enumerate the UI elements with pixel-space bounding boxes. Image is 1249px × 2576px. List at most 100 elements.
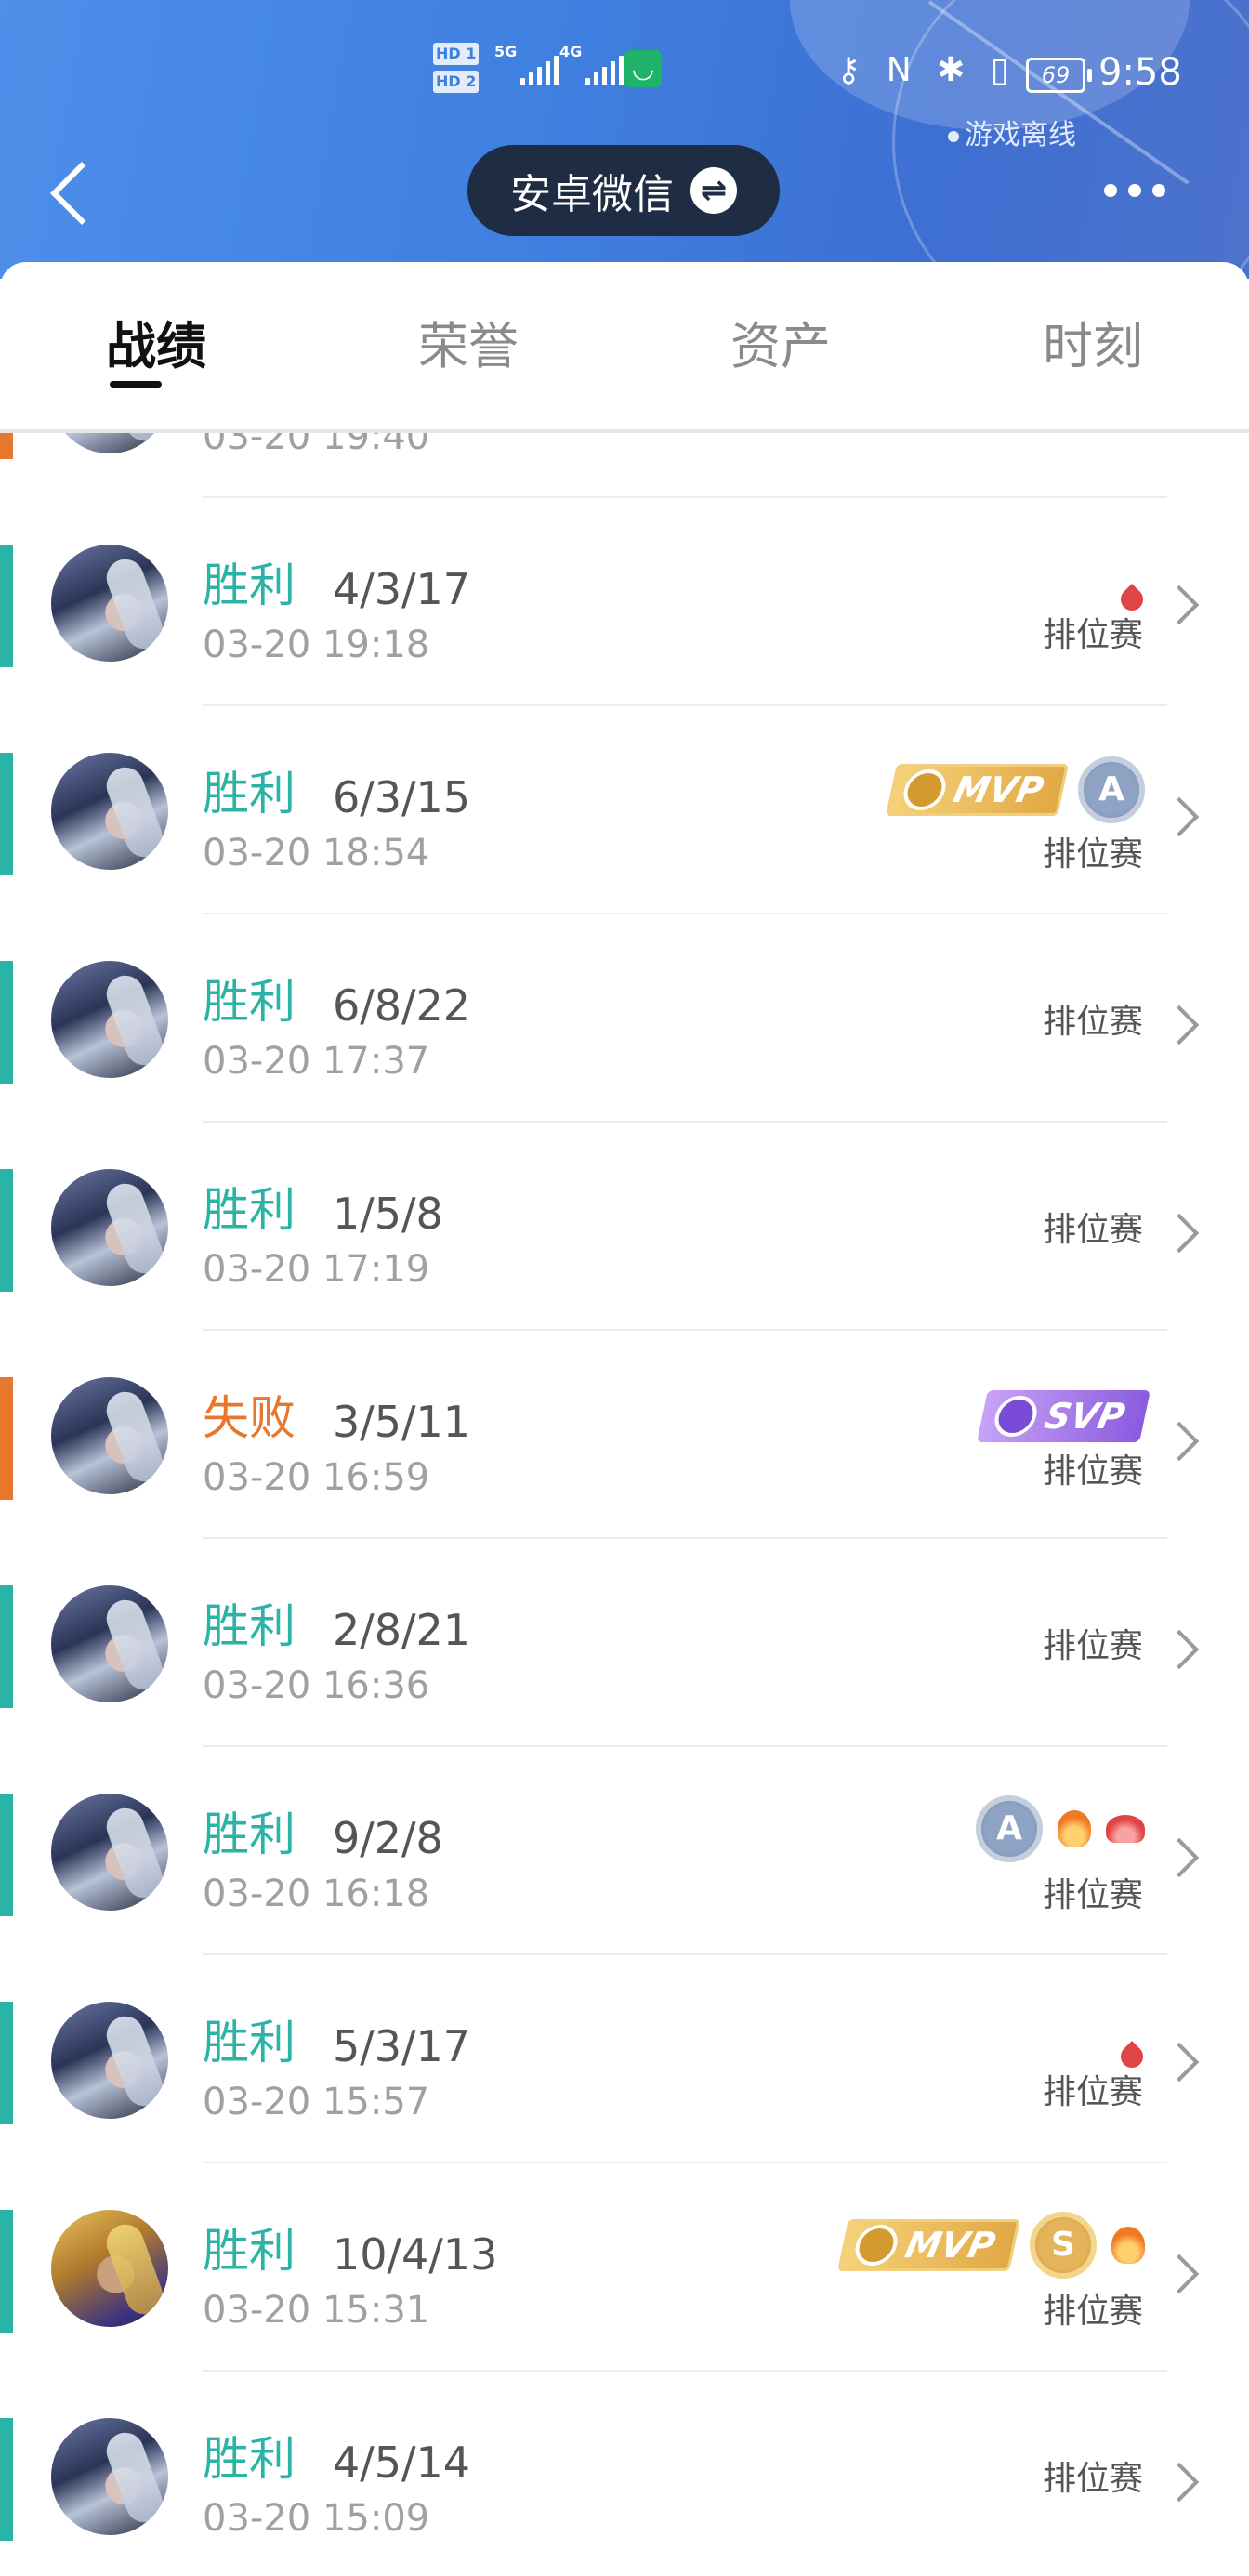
match-result: 胜利 xyxy=(203,767,296,821)
mvp-coin-icon xyxy=(900,769,950,810)
match-row[interactable]: 胜利 9/2/8 03-20 16:18 A 排位赛 xyxy=(0,1747,1249,1955)
match-time: 03-20 19:18 xyxy=(203,624,430,666)
tab-bar: 战绩 荣誉 资产 时刻 xyxy=(0,262,1249,433)
match-result: 胜利 xyxy=(203,2016,296,2070)
grade-a-badge: A xyxy=(976,1795,1043,1862)
match-row[interactable]: 胜利 1/5/8 03-20 17:19 排位赛 xyxy=(0,1123,1249,1331)
header: HD 1 HD 2 5G 4G ◡ ⚷ N ✱ ▯ 69 9:58 游戏离线 安… xyxy=(0,0,1249,279)
chevron-right-icon[interactable] xyxy=(1159,796,1200,837)
match-result: 胜利 xyxy=(203,1807,296,1861)
fire-icon xyxy=(1111,2227,1145,2264)
hero-avatar xyxy=(51,1794,168,1911)
match-mode: 排位赛 xyxy=(1042,1452,1143,1491)
match-mode: 排位赛 xyxy=(1042,835,1143,874)
hero-avatar xyxy=(51,2418,168,2535)
chevron-right-icon[interactable] xyxy=(1159,1213,1200,1254)
dot-icon xyxy=(1104,184,1117,197)
status-bar: HD 1 HD 2 5G 4G ◡ ⚷ N ✱ ▯ 69 9:58 xyxy=(0,35,1249,110)
match-kda: 2/8/21 xyxy=(333,1605,471,1655)
match-result: 胜利 xyxy=(203,975,296,1029)
match-result: 胜利 xyxy=(203,559,296,612)
chevron-right-icon[interactable] xyxy=(1159,1629,1200,1670)
svp-coin-icon xyxy=(991,1396,1042,1437)
result-color-bar xyxy=(0,1794,13,1916)
hero-avatar xyxy=(51,1377,168,1494)
hero-avatar xyxy=(51,753,168,870)
result-color-bar xyxy=(0,961,13,1084)
chevron-right-icon[interactable] xyxy=(1159,2254,1200,2294)
first-blood-icon xyxy=(1119,2038,1145,2070)
tab-record[interactable]: 战绩 xyxy=(63,305,249,378)
signal-5g-icon: 5G xyxy=(494,43,559,85)
chevron-right-icon[interactable] xyxy=(1159,2042,1200,2083)
sim1-label: HD 1 xyxy=(433,43,480,65)
match-kda: 1/5/8 xyxy=(333,1189,443,1239)
tab-assets[interactable]: 资产 xyxy=(688,305,874,378)
match-kda: 5/3/17 xyxy=(333,2021,471,2071)
hero-avatar xyxy=(51,2002,168,2119)
status-time: 9:58 xyxy=(1098,51,1182,94)
account-switch-button[interactable]: 安卓微信 ⇌ xyxy=(467,145,780,236)
match-row[interactable]: 03-20 19:40 xyxy=(0,433,1249,498)
tab-moments[interactable]: 时刻 xyxy=(1000,305,1186,378)
match-row[interactable]: 胜利 6/8/22 03-20 17:37 排位赛 xyxy=(0,914,1249,1123)
match-badges: MVP A xyxy=(885,753,1145,827)
more-options-button[interactable] xyxy=(1104,184,1165,197)
match-mode: 排位赛 xyxy=(1042,1211,1143,1249)
match-mode: 排位赛 xyxy=(1042,616,1143,654)
game-status-label: 游戏离线 xyxy=(965,119,1076,151)
match-row[interactable]: 胜利 6/3/15 03-20 18:54 MVP A 排位赛 xyxy=(0,706,1249,914)
result-color-bar xyxy=(0,545,13,667)
hero-avatar xyxy=(51,433,168,453)
result-color-bar xyxy=(0,1169,13,1292)
match-row[interactable]: 胜利 5/3/17 03-20 15:57 排位赛 xyxy=(0,1955,1249,2163)
match-time: 03-20 15:57 xyxy=(203,2081,430,2123)
match-row[interactable]: 胜利 4/3/17 03-20 19:18 排位赛 xyxy=(0,498,1249,706)
match-row[interactable]: 胜利 4/5/14 03-20 15:09 排位赛 xyxy=(0,2372,1249,2576)
grade-a-badge: A xyxy=(1078,756,1145,823)
result-color-bar xyxy=(0,753,13,875)
match-mode: 排位赛 xyxy=(1042,1627,1143,1665)
match-badges: MVP S xyxy=(836,2208,1145,2282)
mvp-badge: MVP xyxy=(885,764,1069,816)
signal-4g-icon: 4G xyxy=(559,43,624,85)
match-row[interactable]: 胜利 10/4/13 03-20 15:31 MVP S 排位赛 xyxy=(0,2163,1249,2372)
match-row[interactable]: 失败 3/5/11 03-20 16:59 SVP 排位赛 xyxy=(0,1331,1249,1539)
match-row[interactable]: 胜利 2/8/21 03-20 16:36 排位赛 xyxy=(0,1539,1249,1747)
battery-icon: 69 xyxy=(1026,58,1092,93)
result-color-bar xyxy=(0,1585,13,1708)
match-kda: 9/2/8 xyxy=(333,1813,443,1863)
dot-icon xyxy=(1128,184,1141,197)
result-color-bar xyxy=(0,2418,13,2541)
match-time: 03-20 16:36 xyxy=(203,1664,430,1707)
account-name: 安卓微信 xyxy=(510,171,674,218)
grade-s-badge: S xyxy=(1030,2212,1097,2279)
back-button[interactable] xyxy=(46,149,102,232)
svp-label: SVP xyxy=(1041,1396,1129,1437)
chevron-right-icon[interactable] xyxy=(1159,2462,1200,2503)
sim-indicator: HD 1 HD 2 xyxy=(433,43,480,99)
hero-avatar xyxy=(51,1169,168,1286)
tab-honor[interactable]: 荣誉 xyxy=(375,305,561,378)
result-color-bar xyxy=(0,1377,13,1500)
chevron-right-icon[interactable] xyxy=(1159,1837,1200,1878)
hero-avatar xyxy=(51,1585,168,1702)
chevron-right-icon[interactable] xyxy=(1159,1421,1200,1462)
match-time: 03-20 18:54 xyxy=(203,832,430,874)
first-blood-icon xyxy=(1119,581,1145,612)
chevron-right-icon[interactable] xyxy=(1159,585,1200,625)
match-time: 03-20 16:59 xyxy=(203,1456,430,1499)
hero-avatar xyxy=(51,961,168,1078)
match-mode: 排位赛 xyxy=(1042,2073,1143,2111)
match-kda: 6/3/15 xyxy=(333,772,471,822)
match-mode: 排位赛 xyxy=(1042,1876,1143,1914)
game-status: 游戏离线 xyxy=(948,112,1076,152)
match-kda: 10/4/13 xyxy=(333,2229,498,2280)
match-list[interactable]: 03-20 19:40 胜利 4/3/17 03-20 19:18 排位赛 胜利… xyxy=(0,433,1249,2576)
active-tab-indicator xyxy=(110,381,162,388)
dot-icon xyxy=(1152,184,1165,197)
match-kda: 4/5/14 xyxy=(333,2438,471,2488)
match-time: 03-20 15:31 xyxy=(203,2289,430,2332)
chevron-right-icon[interactable] xyxy=(1159,1005,1200,1045)
status-dot-icon xyxy=(948,130,959,142)
